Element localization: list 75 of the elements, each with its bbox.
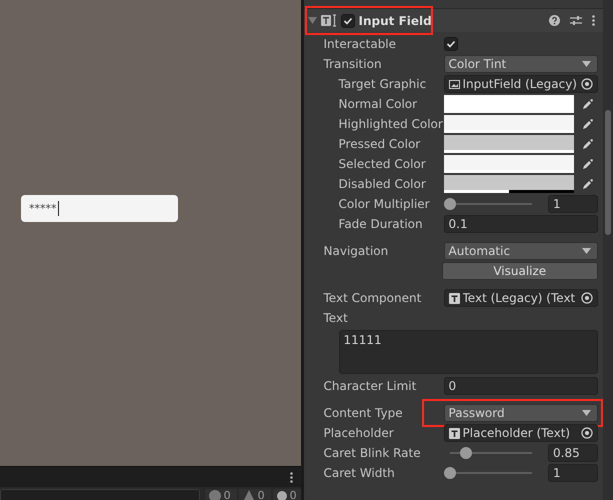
object-field[interactable]: Placeholder (Text) (444, 424, 598, 442)
color-swatch[interactable] (444, 95, 574, 113)
check-icon (342, 16, 353, 26)
more-options-icon[interactable] (592, 15, 595, 26)
eyedropper-icon[interactable] (582, 118, 594, 130)
object-field[interactable]: InputField (Legacy) (444, 75, 598, 93)
property-label: Disabled Color (338, 177, 427, 191)
eyedropper-icon[interactable] (582, 178, 594, 190)
property-label: Character Limit (324, 379, 418, 393)
color-swatch[interactable] (444, 155, 574, 173)
input-field-icon (320, 14, 337, 27)
dropdown[interactable]: Password (444, 404, 598, 422)
foldout-arrow-icon[interactable] (308, 16, 317, 25)
color-swatch[interactable] (444, 115, 574, 133)
property-label: Navigation (324, 244, 390, 258)
scrollbar[interactable] (603, 0, 613, 500)
dropdown[interactable]: Automatic (444, 242, 598, 260)
color-swatch[interactable] (444, 175, 574, 193)
enabled-checkbox[interactable] (340, 14, 355, 28)
dropdown-arrow-icon (582, 248, 591, 254)
warning-icon (242, 490, 255, 500)
property-label: Text Component (324, 291, 422, 305)
info-icon (208, 490, 221, 500)
checkbox[interactable] (444, 37, 458, 51)
number-field[interactable]: 0.85 (548, 444, 598, 462)
eyedropper-icon[interactable] (582, 138, 594, 150)
slider-handle[interactable] (460, 447, 472, 459)
eyedropper-icon[interactable] (582, 98, 594, 110)
check-icon (446, 39, 456, 49)
color-swatch[interactable] (444, 135, 574, 153)
property-label: Caret Blink Rate (324, 446, 422, 460)
slider-handle[interactable] (444, 467, 456, 479)
eyedropper-icon[interactable] (582, 158, 594, 170)
more-options-icon[interactable] (290, 472, 293, 482)
component-header[interactable]: Input Field (304, 8, 603, 32)
property-label: Transition (324, 57, 383, 71)
slider-handle[interactable] (444, 198, 456, 210)
text-icon (448, 428, 460, 438)
property-label: Pressed Color (338, 137, 422, 151)
property-label: Color Multiplier (338, 197, 431, 211)
dropdown-arrow-icon (582, 410, 591, 416)
object-picker-icon[interactable] (581, 427, 593, 439)
log-count-toggle[interactable]: 0 (204, 489, 237, 500)
property-label: Content Type (324, 406, 404, 420)
object-field[interactable]: Text (Legacy) (Text (444, 289, 598, 307)
number-field[interactable]: 1 (548, 464, 598, 482)
visualize-button[interactable]: Visualize (442, 262, 598, 280)
number-field[interactable]: 1 (548, 195, 598, 213)
log-count-toggle[interactable]: 0 (272, 489, 301, 500)
property-label: Highlighted Color (338, 117, 444, 131)
property-label: Fade Duration (338, 217, 424, 231)
component-title: Input Field (358, 14, 433, 28)
image-icon (448, 80, 460, 88)
text-icon (448, 292, 460, 304)
help-icon[interactable] (549, 15, 560, 26)
object-picker-icon[interactable] (581, 292, 593, 304)
number-field[interactable]: 0 (444, 377, 598, 395)
property-label: Caret Width (324, 466, 396, 480)
scrollbar-thumb[interactable] (605, 110, 611, 235)
dropdown-arrow-icon (582, 61, 591, 67)
text-area[interactable]: 11111 (338, 330, 598, 374)
property-label: Interactable (324, 37, 398, 51)
log-count-toggle[interactable]: 0 (238, 489, 271, 500)
property-label: Placeholder (324, 426, 395, 440)
password-field[interactable]: ***** (21, 195, 178, 222)
console-search-field[interactable] (0, 489, 200, 500)
property-label: Normal Color (338, 97, 418, 111)
property-label: Text (324, 311, 349, 325)
presets-icon[interactable] (570, 15, 582, 26)
error-icon (276, 490, 287, 500)
number-field[interactable]: 0.1 (444, 215, 598, 233)
property-label: Selected Color (338, 157, 427, 171)
object-picker-icon[interactable] (581, 78, 593, 90)
property-label: Target Graphic (338, 77, 428, 91)
dropdown[interactable]: Color Tint (444, 55, 598, 73)
